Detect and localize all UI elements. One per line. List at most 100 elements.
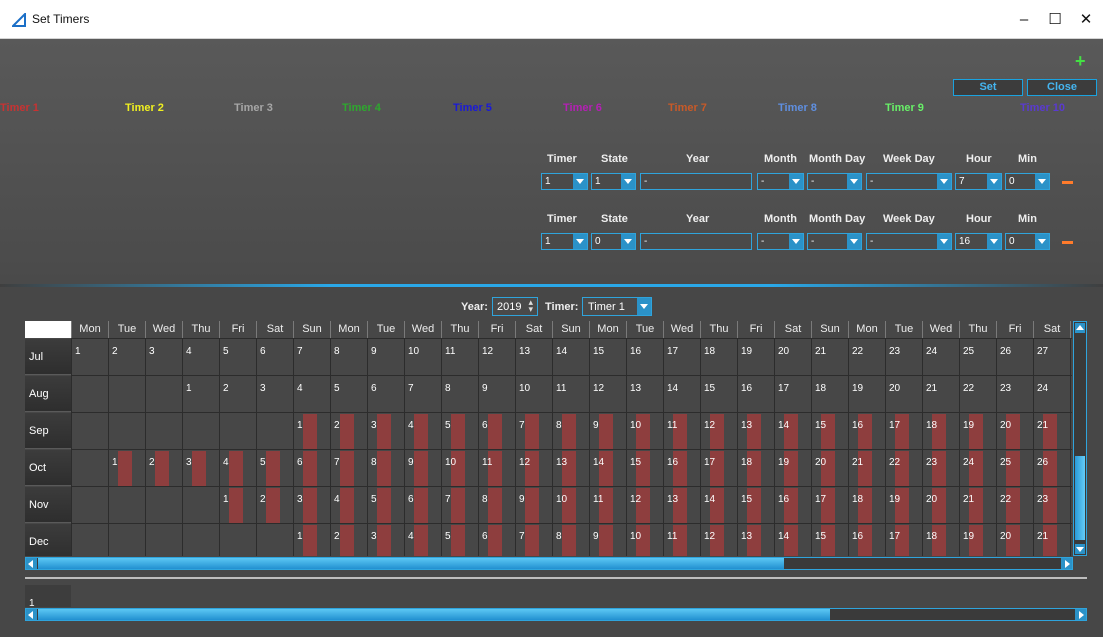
scroll-left-icon[interactable] [26,609,37,620]
day-cell[interactable]: 16 [737,375,774,412]
day-cell[interactable] [145,523,182,556]
chevron-down-icon[interactable] [937,234,951,249]
day-cell[interactable]: 7 [515,412,552,449]
day-cell[interactable] [256,412,293,449]
day-cell[interactable]: 8 [478,486,515,523]
day-cell[interactable]: 6 [293,449,330,486]
chevron-down-icon[interactable] [987,234,1001,249]
day-cell[interactable] [108,412,145,449]
chevron-down-icon[interactable] [573,234,587,249]
day-cell[interactable]: 9 [589,412,626,449]
day-cell[interactable]: 23 [1033,486,1070,523]
month-day-select[interactable]: - [807,173,862,190]
day-cell[interactable] [145,375,182,412]
day-cell[interactable]: 14 [700,486,737,523]
day-cell[interactable]: 9 [404,449,441,486]
day-cell[interactable]: 2 [219,375,256,412]
day-cell[interactable]: 5 [441,412,478,449]
day-cell[interactable]: 4 [182,338,219,375]
day-cell[interactable]: 23 [996,375,1033,412]
day-cell[interactable]: 5 [256,449,293,486]
day-cell[interactable]: 11 [663,412,700,449]
day-cell[interactable]: 11 [552,375,589,412]
day-cell[interactable]: 7 [293,338,330,375]
day-cell[interactable]: 2 [256,486,293,523]
day-cell[interactable] [108,375,145,412]
day-cell[interactable]: 21 [959,486,996,523]
chevron-down-icon[interactable] [573,174,587,189]
state-select[interactable]: 0 [591,233,636,250]
day-cell[interactable]: 7 [330,449,367,486]
day-cell[interactable]: 20 [774,338,811,375]
scroll-up-icon[interactable] [1075,323,1085,333]
day-cell[interactable]: 2 [108,338,145,375]
state-select[interactable]: 1 [591,173,636,190]
day-cell[interactable]: 16 [663,449,700,486]
day-cell[interactable]: 7 [404,375,441,412]
day-cell[interactable]: 22 [959,375,996,412]
day-cell[interactable]: 15 [589,338,626,375]
week-day-select[interactable]: - [866,233,952,250]
min-select[interactable]: 0 [1005,173,1050,190]
scroll-thumb[interactable] [1075,456,1085,540]
day-cell[interactable]: 5 [441,523,478,556]
day-cell[interactable]: 17 [700,449,737,486]
month-select[interactable]: - [757,233,804,250]
day-cell[interactable]: 20 [996,412,1033,449]
day-cell[interactable]: 17 [811,486,848,523]
day-cell[interactable]: 17 [774,375,811,412]
day-cell[interactable]: 5 [219,338,256,375]
day-cell[interactable]: 11 [589,486,626,523]
day-cell[interactable] [219,412,256,449]
day-cell[interactable]: 10 [626,523,663,556]
day-cell[interactable]: 1 [293,523,330,556]
bottom-horizontal-scrollbar[interactable] [25,608,1087,621]
set-button[interactable]: Set [953,79,1023,96]
day-cell[interactable]: 21 [811,338,848,375]
day-cell[interactable] [108,486,145,523]
min-select[interactable]: 0 [1005,233,1050,250]
day-cell[interactable]: 15 [626,449,663,486]
day-cell[interactable]: 28 [1070,338,1072,375]
day-cell[interactable]: 6 [478,523,515,556]
day-cell[interactable]: 7 [515,523,552,556]
day-cell[interactable] [71,486,108,523]
day-cell[interactable]: 14 [589,449,626,486]
day-cell[interactable]: 11 [441,338,478,375]
timer-select[interactable]: Timer 1 [582,297,652,316]
day-cell[interactable]: 6 [404,486,441,523]
day-cell[interactable]: 18 [811,375,848,412]
year-spinbox[interactable]: 2019 ▴ ▾ [492,297,538,316]
day-cell[interactable]: 22 [1070,523,1072,556]
day-cell[interactable] [256,523,293,556]
day-cell[interactable]: 10 [404,338,441,375]
day-cell[interactable] [182,523,219,556]
day-cell[interactable]: 27 [1033,338,1070,375]
chevron-down-icon[interactable] [987,174,1001,189]
month-select[interactable]: - [757,173,804,190]
day-cell[interactable]: 19 [737,338,774,375]
day-cell[interactable]: 12 [700,523,737,556]
day-cell[interactable]: 4 [293,375,330,412]
day-cell[interactable]: 20 [885,375,922,412]
day-cell[interactable]: 8 [552,412,589,449]
day-cell[interactable]: 10 [552,486,589,523]
spin-arrows-icon[interactable]: ▴ ▾ [528,298,533,314]
day-cell[interactable]: 15 [811,523,848,556]
day-cell[interactable]: 10 [626,412,663,449]
day-cell[interactable]: 14 [552,338,589,375]
month-day-select[interactable]: - [807,233,862,250]
close-button[interactable]: Close [1027,79,1097,96]
day-cell[interactable]: 4 [404,523,441,556]
day-cell[interactable]: 1 [108,449,145,486]
day-cell[interactable]: 20 [811,449,848,486]
day-cell[interactable]: 18 [700,338,737,375]
scroll-thumb[interactable] [38,609,830,620]
day-cell[interactable] [71,449,108,486]
day-cell[interactable]: 11 [663,523,700,556]
hour-select[interactable]: 16 [955,233,1002,250]
day-cell[interactable]: 7 [441,486,478,523]
day-cell[interactable]: 13 [737,412,774,449]
day-cell[interactable] [182,486,219,523]
day-cell[interactable] [182,412,219,449]
